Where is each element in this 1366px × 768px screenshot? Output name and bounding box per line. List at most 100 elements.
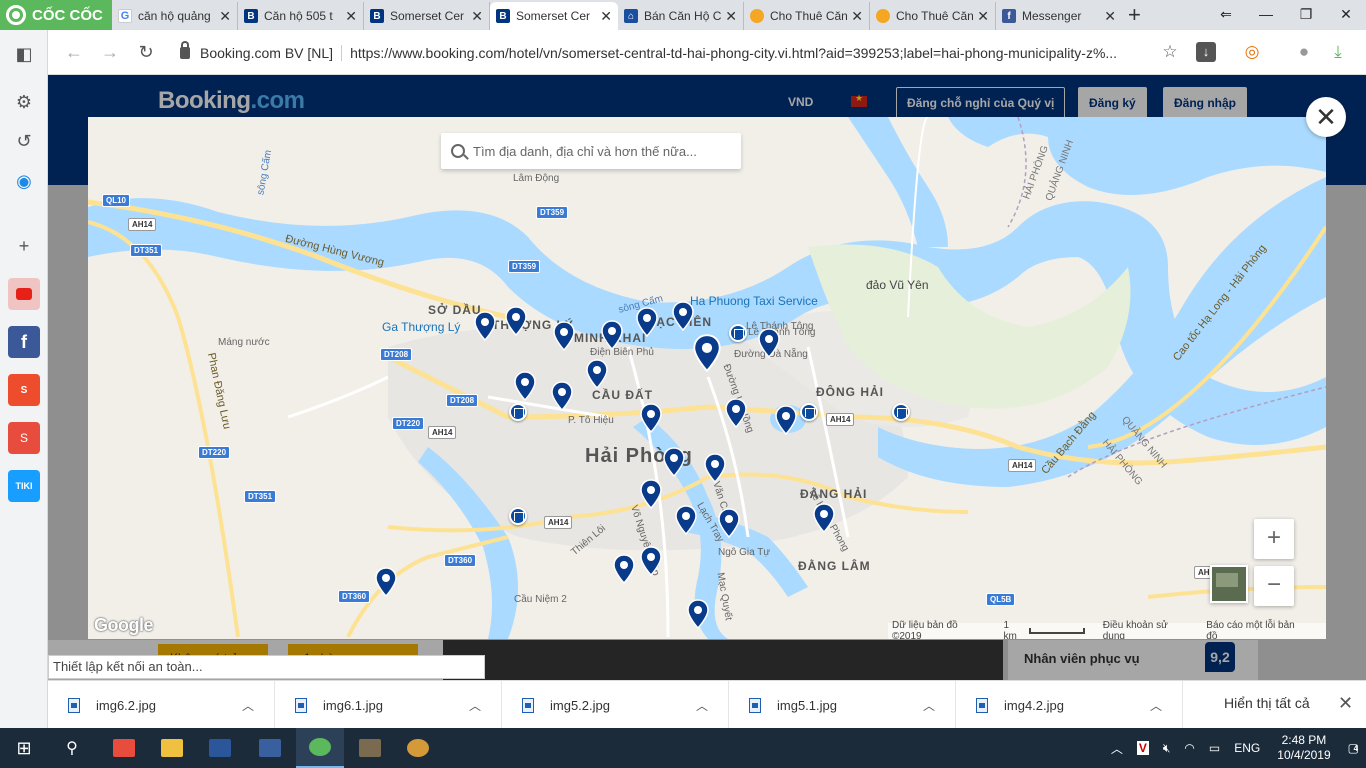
zoom-out-button[interactable]: − <box>1254 566 1294 606</box>
download-item[interactable]: img6.2.jpg ︿ <box>48 681 275 729</box>
close-map-button[interactable]: ✕ <box>1306 97 1346 137</box>
close-tab-icon[interactable]: ✕ <box>219 8 231 25</box>
tab-5[interactable]: ⌂ Bán Căn Hộ C ✕ <box>618 2 744 30</box>
sidebar-toggle-icon[interactable]: ◧ <box>8 38 40 70</box>
downloads-icon[interactable]: ⤓ <box>1326 40 1350 64</box>
hotel-pin-icon[interactable] <box>704 453 726 483</box>
close-tab-icon[interactable]: ✕ <box>600 8 612 25</box>
messenger-icon[interactable]: ◉ <box>8 165 40 197</box>
tools-icon[interactable] <box>346 728 394 768</box>
forward-button[interactable]: → <box>98 40 122 64</box>
chevron-up-icon[interactable]: ︿ <box>696 697 708 714</box>
download-item[interactable]: img6.1.jpg ︿ <box>275 681 502 729</box>
windows-start-icon[interactable]: ⊞ <box>0 728 48 768</box>
new-tab-button[interactable]: + <box>1128 4 1141 26</box>
selected-hotel-pin-icon[interactable] <box>693 333 721 373</box>
download-item[interactable]: img5.1.jpg ︿ <box>729 681 956 729</box>
close-tab-icon[interactable]: ✕ <box>977 8 989 25</box>
profile-avatar-icon[interactable]: ● <box>1292 40 1316 64</box>
map-canvas[interactable]: Hải Phòng SỞ DẦU MINH KHAI CẦU ĐẤT ĐÔNG … <box>88 117 1326 639</box>
tab-4-active[interactable]: B Somerset Cer ✕ <box>490 2 618 30</box>
hotel-pin-icon[interactable] <box>672 301 694 331</box>
file-explorer-icon[interactable] <box>148 728 196 768</box>
hotel-pin-icon[interactable] <box>687 599 709 629</box>
hotel-pin-icon[interactable] <box>474 311 496 341</box>
hotel-pin-icon[interactable] <box>505 306 527 336</box>
lock-icon[interactable] <box>180 40 190 59</box>
reload-button[interactable]: ↻ <box>134 40 158 64</box>
app-icon[interactable] <box>100 728 148 768</box>
building-marker-icon[interactable] <box>892 403 910 421</box>
back-button[interactable]: ← <box>62 40 86 64</box>
building-marker-icon[interactable] <box>509 403 527 421</box>
tab-2[interactable]: B Căn hộ 505 t ✕ <box>238 2 364 30</box>
zoom-in-button[interactable]: + <box>1254 519 1294 559</box>
youtube-icon[interactable] <box>8 278 40 310</box>
chevron-up-icon[interactable]: ︿ <box>923 697 935 714</box>
notifications-icon[interactable]: ▢ 4 <box>1348 741 1359 755</box>
restore-tabs-icon[interactable]: ⇐ <box>1206 0 1246 30</box>
hotel-pin-icon[interactable] <box>640 546 662 576</box>
close-tab-icon[interactable]: ✕ <box>1104 8 1116 25</box>
google-logo[interactable]: Google <box>94 615 154 636</box>
download-item[interactable]: img5.2.jpg ︿ <box>502 681 729 729</box>
hotel-pin-icon[interactable] <box>725 398 747 428</box>
language-indicator[interactable]: ENG <box>1234 741 1260 755</box>
tab-3[interactable]: B Somerset Cer ✕ <box>364 2 490 30</box>
close-window-button[interactable]: ✕ <box>1326 0 1366 30</box>
tab-7[interactable]: Cho Thuê Căn ✕ <box>870 2 996 30</box>
address-bar[interactable]: Booking.com BV [NL] https://www.booking.… <box>172 37 1212 68</box>
tab-6[interactable]: Cho Thuê Căn ✕ <box>744 2 870 30</box>
coccoc-taskbar-icon[interactable] <box>296 728 344 768</box>
hotel-pin-icon[interactable] <box>775 405 797 435</box>
minimize-button[interactable]: — <box>1246 0 1286 30</box>
tab-1[interactable]: G căn hộ quảng ✕ <box>112 2 238 30</box>
sendo-icon[interactable]: S <box>8 422 40 454</box>
hotel-pin-icon[interactable] <box>758 328 780 358</box>
hotel-pin-icon[interactable] <box>514 371 536 401</box>
building-marker-icon[interactable] <box>509 507 527 525</box>
clock[interactable]: 2:48 PM 10/4/2019 <box>1277 733 1330 763</box>
hotel-pin-icon[interactable] <box>636 307 658 337</box>
building-marker-icon[interactable] <box>800 403 818 421</box>
poi-label[interactable]: Ha Phuong Taxi Service <box>690 294 818 308</box>
settings-gear-icon[interactable]: ⚙ <box>8 86 40 118</box>
search-icon[interactable]: ⚲ <box>48 728 96 768</box>
hotel-pin-icon[interactable] <box>375 567 397 597</box>
hotel-pin-icon[interactable] <box>663 447 685 477</box>
hotel-pin-icon[interactable] <box>640 479 662 509</box>
building-marker-icon[interactable] <box>729 324 747 342</box>
hotel-pin-icon[interactable] <box>813 503 835 533</box>
extension-icon[interactable]: ◎ <box>1240 40 1264 64</box>
coccoc-menu-button[interactable]: CỐC CỐC <box>0 0 112 30</box>
hotel-pin-icon[interactable] <box>601 320 623 350</box>
map-scale-label[interactable]: 1 km <box>1003 620 1025 639</box>
download-page-icon[interactable]: ↓ <box>1196 42 1216 62</box>
paint-icon[interactable] <box>394 728 442 768</box>
map-search-input[interactable] <box>473 143 723 159</box>
close-tab-icon[interactable]: ✕ <box>725 8 737 25</box>
antivirus-icon[interactable]: V <box>1136 741 1149 755</box>
hotel-pin-icon[interactable] <box>586 359 608 389</box>
history-icon[interactable]: ↺ <box>8 125 40 157</box>
facebook-icon[interactable]: f <box>8 326 40 358</box>
tiki-icon[interactable]: TIKI <box>8 470 40 502</box>
bookmark-star-icon[interactable]: ☆ <box>1158 40 1182 64</box>
close-tab-icon[interactable]: ✕ <box>471 8 483 25</box>
hotel-pin-icon[interactable] <box>718 508 740 538</box>
maximize-button[interactable]: ❐ <box>1286 0 1326 30</box>
chevron-up-icon[interactable]: ︿ <box>242 697 254 714</box>
terms-link[interactable]: Điều khoản sử dụng <box>1103 620 1193 639</box>
hotel-pin-icon[interactable] <box>613 554 635 584</box>
chevron-up-icon[interactable]: ︿ <box>1111 740 1123 757</box>
add-shortcut-icon[interactable]: + <box>8 230 40 262</box>
shopee-icon[interactable]: S <box>8 374 40 406</box>
hotel-pin-icon[interactable] <box>640 403 662 433</box>
hotel-pin-icon[interactable] <box>675 505 697 535</box>
map-search-box[interactable] <box>441 133 741 169</box>
chevron-up-icon[interactable]: ︿ <box>1150 697 1162 714</box>
chevron-up-icon[interactable]: ︿ <box>469 697 481 714</box>
download-item[interactable]: img4.2.jpg ︿ <box>956 681 1183 729</box>
close-shelf-icon[interactable]: ✕ <box>1338 693 1353 714</box>
hotel-pin-icon[interactable] <box>553 321 575 351</box>
